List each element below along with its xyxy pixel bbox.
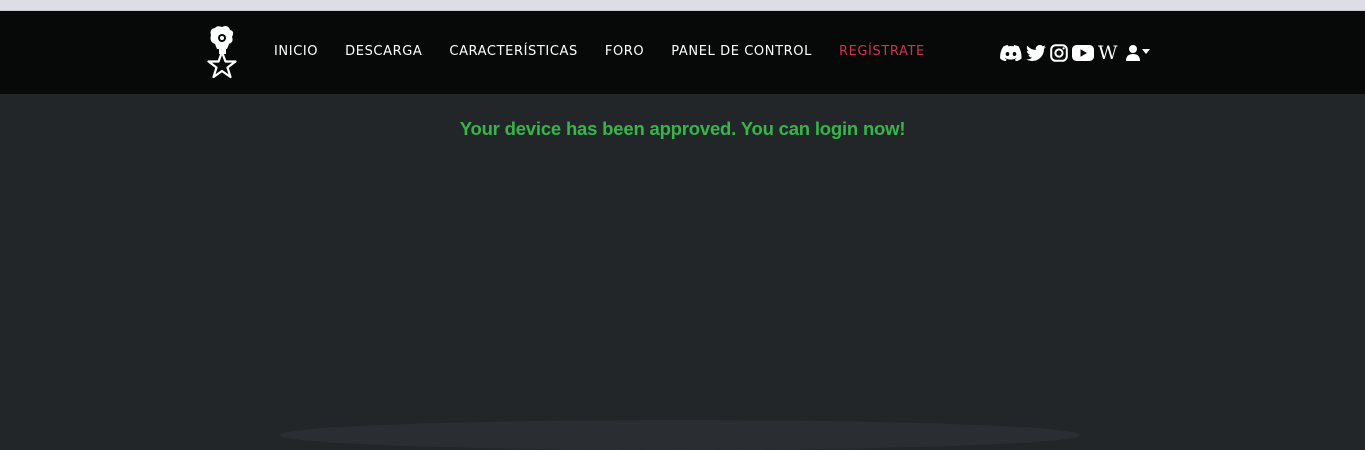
discord-icon[interactable] xyxy=(1000,42,1022,64)
navbar: INICIO DESCARGA CARACTERÍSTICAS FORO PAN… xyxy=(0,11,1365,94)
main-nav: INICIO DESCARGA CARACTERÍSTICAS FORO PAN… xyxy=(274,41,925,61)
youtube-icon[interactable] xyxy=(1072,42,1094,64)
social-links: W xyxy=(1000,41,1156,65)
twitter-icon[interactable] xyxy=(1026,42,1046,64)
nav-panel-de-control[interactable]: PANEL DE CONTROL xyxy=(671,44,812,59)
main-content: Your device has been approved. You can l… xyxy=(0,94,1365,429)
site-logo[interactable] xyxy=(203,25,241,79)
wikipedia-icon[interactable]: W xyxy=(1098,42,1118,64)
footer-curve xyxy=(280,420,1080,450)
logo-icon xyxy=(207,26,237,79)
nav-inicio[interactable]: INICIO xyxy=(274,44,318,59)
nav-caracteristicas[interactable]: CARACTERÍSTICAS xyxy=(449,44,578,59)
nav-registrate[interactable]: REGÍSTRATE xyxy=(839,44,925,59)
nav-descarga[interactable]: DESCARGA xyxy=(345,44,422,59)
approval-message: Your device has been approved. You can l… xyxy=(459,118,906,139)
user-dropdown-icon[interactable] xyxy=(1125,42,1152,64)
browser-top-bar xyxy=(0,0,1365,11)
instagram-icon[interactable] xyxy=(1050,42,1068,64)
nav-foro[interactable]: FORO xyxy=(605,44,644,59)
